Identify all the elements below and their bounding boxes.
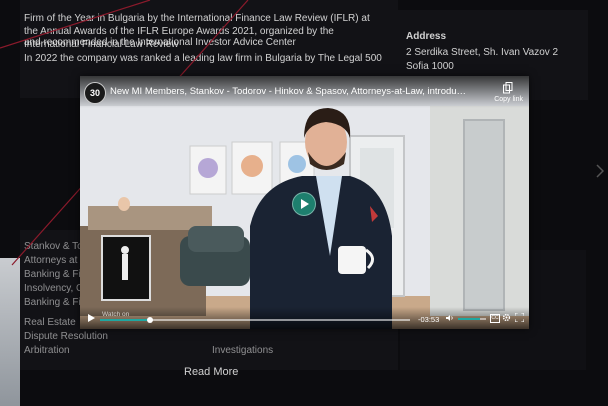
address-line-1: 2 Serdika Street, Sh. Ivan Vazov 2 [406,47,559,58]
left-thumbnail [0,258,20,406]
captions-icon[interactable]: CC [490,314,500,323]
background-text-line-3: In 2022 the company was ranked a leading… [24,53,382,64]
video-title[interactable]: New MI Members, Stankov - Todorov - Hink… [110,86,470,97]
background-list-item-7: Dispute Resolution [24,331,108,342]
play-icon[interactable] [88,314,95,322]
address-line-2: Sofia 1000 [406,61,454,72]
background-list-item-8: Arbitration [24,345,70,356]
copy-link-icon[interactable] [503,82,513,94]
video-title-bar: 30 New MI Members, Stankov - Todorov - H… [80,76,529,108]
background-text-line-2: and recommended in the International Inv… [24,37,296,48]
gear-icon[interactable] [502,313,511,322]
progress-bar[interactable] [100,317,410,323]
chevron-right-icon[interactable] [596,164,604,178]
watch-on-label[interactable]: Watch on [102,311,129,318]
video-player[interactable]: 30 New MI Members, Stankov - Todorov - H… [80,76,529,329]
volume-fill [458,318,481,320]
big-play-button[interactable] [292,192,316,216]
fullscreen-icon[interactable] [515,313,524,322]
progress-fill [100,319,150,321]
volume-slider[interactable] [458,318,486,320]
channel-logo[interactable]: 30 [84,82,106,104]
background-investigations: Investigations [212,345,274,356]
time-remaining: -03:53 [418,315,440,324]
background-list-item-6: Real Estate [24,317,76,328]
progress-knob[interactable] [146,317,153,323]
copy-link-label[interactable]: Copy link [494,96,523,103]
video-controls: Watch on -03:53 CC [80,307,529,329]
volume-icon[interactable] [446,314,454,322]
address-label: Address [406,31,447,42]
read-more-link[interactable]: Read More [184,366,238,379]
